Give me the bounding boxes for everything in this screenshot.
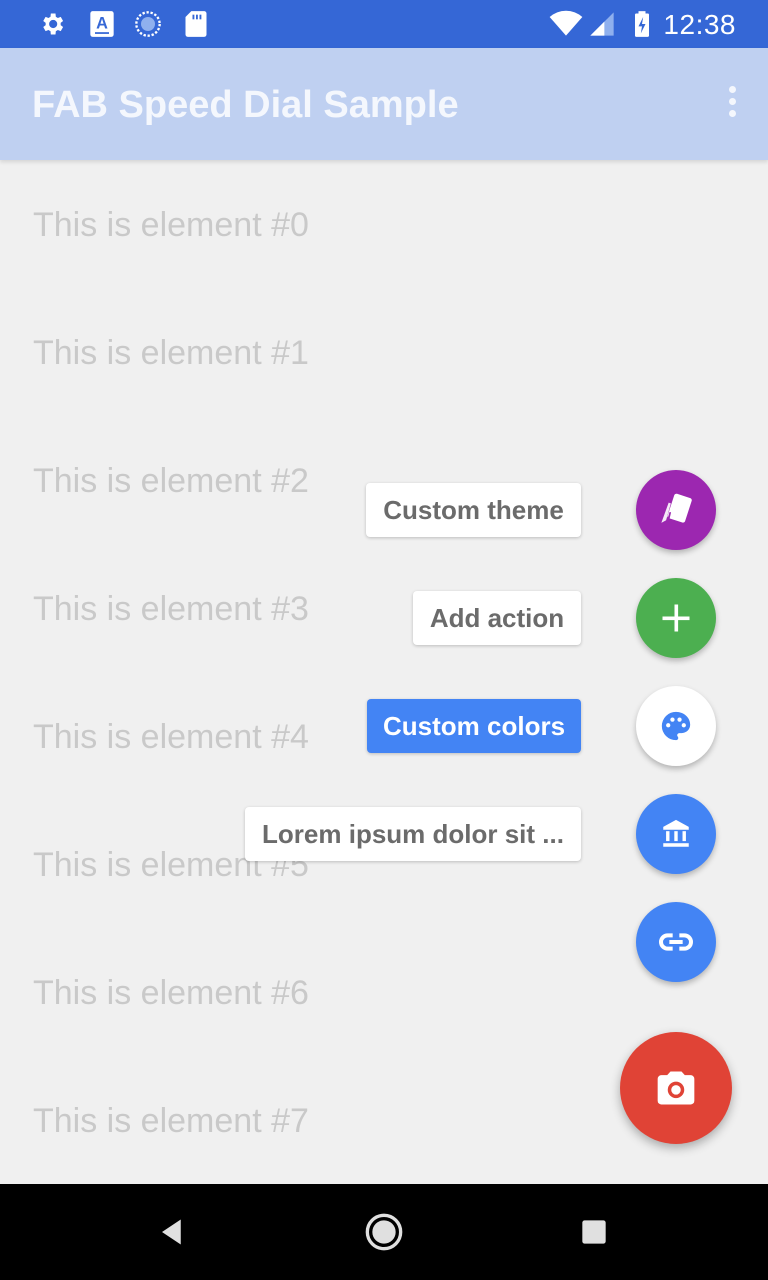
wifi-icon — [549, 10, 583, 36]
sd-card-icon — [185, 11, 207, 37]
a-badge-icon: A — [90, 11, 114, 37]
list-item[interactable]: This is element #1 — [33, 334, 309, 373]
app-title: FAB Speed Dial Sample — [32, 84, 459, 126]
custom-theme-fab[interactable] — [636, 470, 716, 550]
status-bar: A 12:38 — [0, 0, 768, 48]
recents-icon[interactable] — [574, 1212, 614, 1252]
back-icon[interactable] — [152, 1212, 192, 1252]
list-item[interactable]: This is element #2 — [33, 462, 309, 501]
battery-charging-icon — [635, 11, 649, 37]
list-item[interactable]: This is element #6 — [33, 974, 309, 1013]
svg-text:A: A — [96, 15, 108, 33]
more-vert-icon[interactable] — [726, 86, 738, 122]
camera-icon — [657, 1071, 695, 1105]
add-action-label[interactable]: Add action — [413, 591, 581, 645]
app-bar: FAB Speed Dial Sample — [0, 48, 768, 160]
lorem-ipsum-label[interactable]: Lorem ipsum dolor sit ... — [245, 807, 581, 861]
settings-icon — [43, 13, 64, 35]
cards-icon — [661, 493, 692, 523]
sync-icon — [135, 11, 161, 37]
home-icon[interactable] — [364, 1212, 404, 1252]
lorem-ipsum-fab[interactable] — [636, 794, 716, 874]
plus-icon — [662, 604, 690, 632]
custom-colors-label[interactable]: Custom colors — [367, 699, 581, 753]
status-time: 12:38 — [663, 9, 736, 40]
list-item[interactable]: This is element #0 — [33, 206, 309, 245]
palette-icon — [661, 711, 691, 741]
link-fab[interactable] — [636, 902, 716, 982]
link-icon — [659, 933, 693, 951]
list-item[interactable]: This is element #7 — [33, 1102, 309, 1141]
custom-colors-fab[interactable] — [636, 686, 716, 766]
signal-icon — [590, 12, 614, 36]
add-action-fab[interactable] — [636, 578, 716, 658]
custom-theme-label[interactable]: Custom theme — [366, 483, 581, 537]
navigation-bar — [0, 1184, 768, 1280]
list-item[interactable]: This is element #4 — [33, 718, 309, 757]
bank-icon — [663, 819, 689, 847]
list-item[interactable]: This is element #3 — [33, 590, 309, 629]
camera-fab[interactable] — [620, 1032, 732, 1144]
